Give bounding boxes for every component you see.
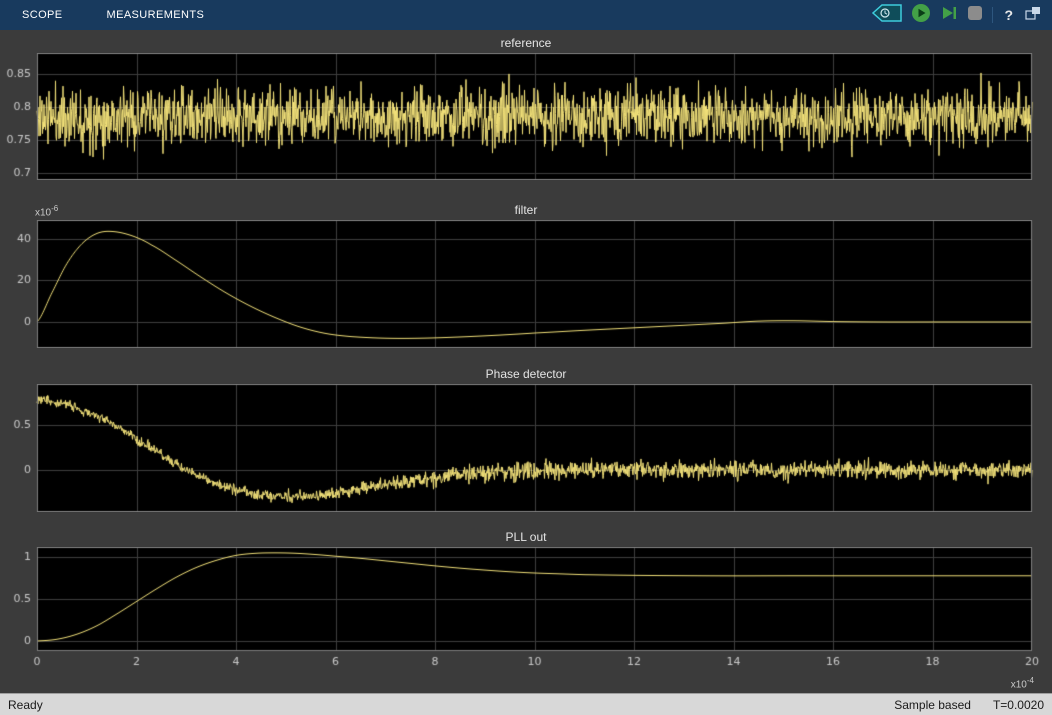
status-sim-time: T=0.0020 — [993, 698, 1044, 712]
plot-title-filter: filter — [515, 203, 538, 217]
step-back-button[interactable] — [872, 4, 902, 26]
step-forward-button[interactable] — [940, 4, 958, 26]
status-sample-mode: Sample based — [894, 698, 971, 712]
help-icon: ? — [1002, 7, 1015, 23]
scope-panel-pll-out: PLL out x10-4 — [0, 513, 1052, 693]
step-forward-icon — [940, 3, 958, 28]
x-axis-scale-label: x10-4 — [1011, 676, 1034, 690]
plot-title-phase-detector: Phase detector — [486, 367, 567, 381]
plot-canvas-phase-detector[interactable] — [0, 384, 1052, 512]
stop-icon — [967, 5, 983, 26]
status-ready: Ready — [8, 698, 43, 712]
scope-panel-filter: filter x10-6 — [0, 180, 1052, 348]
plot-canvas-filter[interactable] — [0, 220, 1052, 348]
scope-toolstrip: SCOPE MEASUREMENTS — [0, 0, 1052, 30]
scope-panel-reference: reference — [0, 30, 1052, 180]
plot-title-pll-out: PLL out — [506, 530, 547, 544]
playback-controls: ? — [872, 4, 1042, 26]
toolbar-separator — [992, 7, 993, 23]
plot-canvas-pll-out[interactable] — [0, 547, 1052, 673]
toolstrip-tabs: SCOPE MEASUREMENTS — [0, 0, 226, 30]
step-back-icon — [872, 3, 902, 28]
dock-button[interactable] — [1024, 4, 1042, 26]
plot-title-reference: reference — [501, 36, 552, 50]
run-button[interactable] — [911, 4, 931, 26]
help-button[interactable]: ? — [1002, 4, 1015, 26]
tab-scope[interactable]: SCOPE — [0, 0, 85, 30]
scope-panel-phase-detector: Phase detector — [0, 348, 1052, 513]
run-icon — [911, 3, 931, 28]
dock-icon — [1024, 5, 1042, 26]
stop-button[interactable] — [967, 4, 983, 26]
y-axis-scale-label: x10-6 — [35, 204, 58, 218]
status-bar: Ready Sample based T=0.0020 — [0, 693, 1052, 715]
tab-measurements[interactable]: MEASUREMENTS — [85, 0, 227, 30]
scope-display-area: reference filter x10-6 Phase detector PL… — [0, 30, 1052, 693]
plot-canvas-reference[interactable] — [0, 53, 1052, 180]
